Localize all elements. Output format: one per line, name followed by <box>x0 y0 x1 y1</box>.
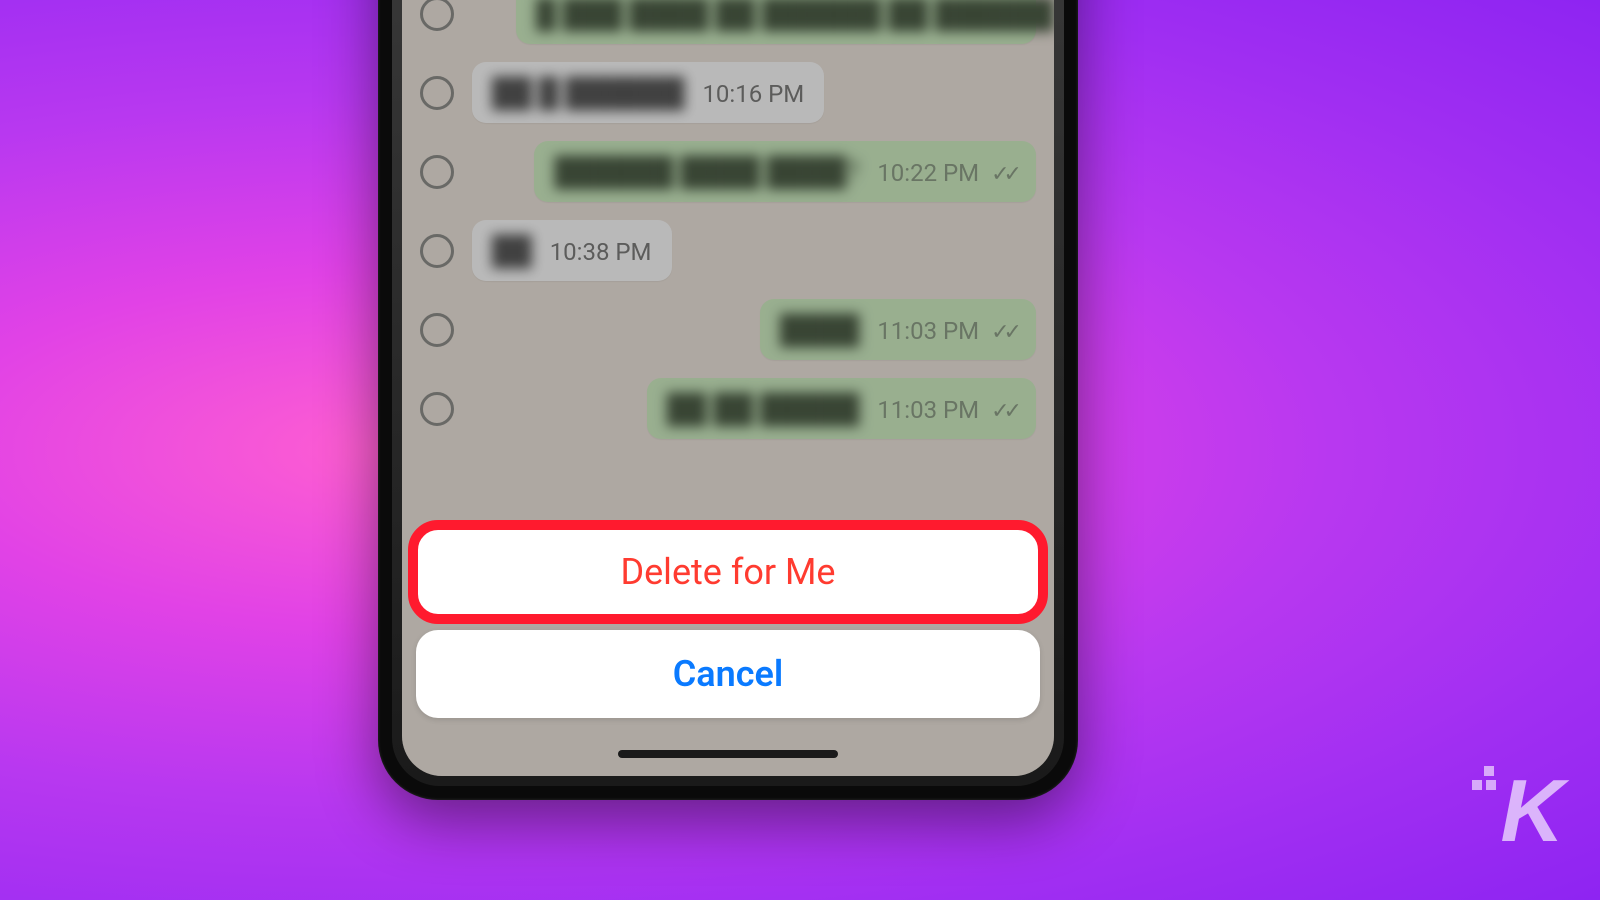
cancel-button-label: Cancel <box>673 653 783 695</box>
watermark-logo: K <box>1500 760 1560 862</box>
action-sheet: Delete for Me Cancel <box>416 528 1040 718</box>
delete-button-label: Delete for Me <box>620 551 835 593</box>
home-indicator[interactable] <box>618 750 838 758</box>
phone-frame: ██ 10:01 PM █ ███ ████ ██ ██████ ██ ████… <box>378 0 1078 800</box>
watermark-dots-icon <box>1472 766 1502 796</box>
delete-for-me-button[interactable]: Delete for Me <box>416 528 1040 616</box>
phone-bezel: ██ 10:01 PM █ ███ ████ ██ ██████ ██ ████… <box>392 0 1064 786</box>
cancel-button[interactable]: Cancel <box>416 630 1040 718</box>
watermark-letter: K <box>1500 761 1560 860</box>
background: ██ 10:01 PM █ ███ ████ ██ ██████ ██ ████… <box>0 0 1600 900</box>
phone-screen: ██ 10:01 PM █ ███ ████ ██ ██████ ██ ████… <box>402 0 1054 776</box>
